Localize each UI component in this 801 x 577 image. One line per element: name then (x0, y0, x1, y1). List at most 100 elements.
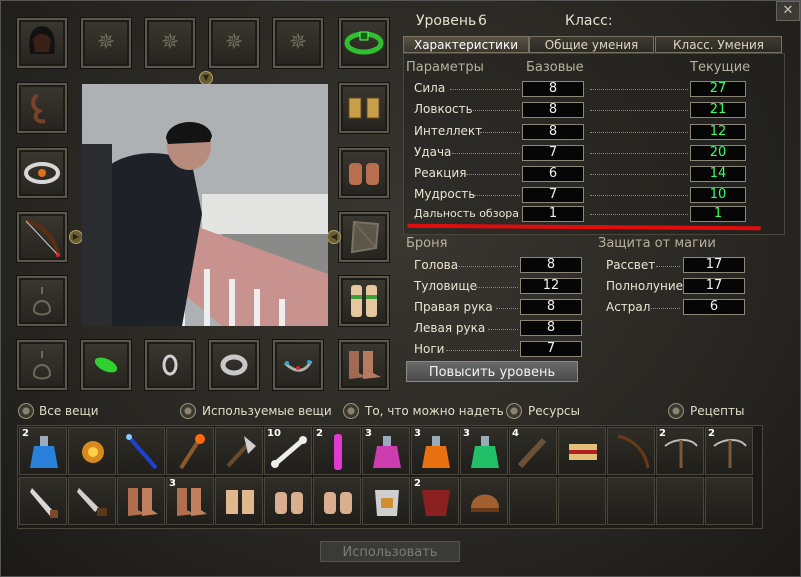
level-up-button[interactable]: Повысить уровень (406, 361, 578, 382)
item-count: 2 (414, 478, 421, 489)
param-current-value: 12 (690, 124, 746, 140)
inventory-slot-empty[interactable] (558, 477, 606, 525)
equip-slot-ring-2[interactable] (145, 340, 195, 390)
inventory-slot[interactable]: 2 (705, 427, 753, 475)
params-header: Параметры (406, 60, 484, 75)
inventory-slot[interactable] (607, 427, 655, 475)
inventory-slot[interactable]: 2 (411, 477, 459, 525)
tab-characteristics[interactable]: Характеристики (403, 36, 529, 53)
inventory-slot[interactable] (313, 477, 361, 525)
equip-slot-amulet[interactable] (339, 18, 389, 68)
magic-label: Астрал (606, 300, 651, 314)
empty-slot-icon: ✵ (288, 30, 308, 55)
equip-slot-empty-6[interactable] (17, 340, 67, 390)
scroll-right-arrow-icon[interactable]: ◀ (327, 230, 341, 244)
use-button[interactable]: Использовать (320, 541, 460, 562)
item-count: 3 (365, 428, 372, 439)
inventory-slot[interactable] (166, 427, 214, 475)
equip-slot-empty-2[interactable]: ✵ (145, 18, 195, 68)
level-value: 6 (478, 13, 487, 29)
inventory-slot-empty[interactable] (656, 477, 704, 525)
filter-radio-resources[interactable] (506, 403, 522, 419)
inventory-slot[interactable] (215, 427, 263, 475)
inventory-slot[interactable]: 4 (509, 427, 557, 475)
dotted-leader (456, 266, 518, 268)
armor-label: Ноги (414, 342, 445, 356)
equip-slot-empty-4[interactable]: ✵ (273, 18, 323, 68)
filter-label: Ресурсы (528, 404, 581, 418)
inventory-slot[interactable] (558, 427, 606, 475)
inventory-slot[interactable]: 2 (19, 427, 67, 475)
tab-class-skills[interactable]: Класс. Умения (655, 36, 782, 53)
tab-general-skills[interactable]: Общие умения (529, 36, 654, 53)
inventory-slot[interactable] (117, 427, 165, 475)
param-current-value: 21 (690, 102, 746, 118)
equip-slot-head[interactable] (17, 18, 67, 68)
equip-slot-gloves[interactable] (339, 148, 389, 198)
inventory-slot[interactable] (68, 427, 116, 475)
inventory-slot[interactable] (264, 477, 312, 525)
equip-slot-empty-1[interactable]: ✵ (81, 18, 131, 68)
inventory-slot[interactable] (460, 477, 508, 525)
equip-slot-empty-3[interactable]: ✵ (209, 18, 259, 68)
filter-radio-used[interactable] (180, 403, 196, 419)
param-base-value: 8 (522, 102, 584, 118)
equip-slot-ring-3[interactable] (209, 340, 259, 390)
inventory-slot[interactable]: 10 (264, 427, 312, 475)
inventory-slot[interactable] (68, 477, 116, 525)
close-button[interactable]: ✕ (776, 1, 800, 21)
magic-value: 17 (683, 278, 745, 294)
dotted-leader (590, 195, 688, 197)
equip-slot-ring[interactable] (17, 148, 67, 198)
dotted-leader (452, 153, 520, 155)
armor-value: 8 (520, 257, 582, 273)
equip-slot-boots[interactable] (339, 340, 389, 390)
inventory-slot[interactable]: 3 (460, 427, 508, 475)
equip-slot-ring-4[interactable] (273, 340, 323, 390)
dotted-leader (488, 329, 518, 331)
filter-radio-wearable[interactable] (343, 403, 359, 419)
filter-radio-recipes[interactable] (668, 403, 684, 419)
dotted-leader (446, 350, 518, 352)
param-current-value: 14 (690, 166, 746, 182)
equip-slot-legs[interactable] (339, 276, 389, 326)
equip-slot-ear[interactable] (17, 83, 67, 133)
dotted-leader (590, 89, 688, 91)
param-base-value: 8 (522, 81, 584, 97)
equip-slot-empty-5[interactable] (17, 276, 67, 326)
magic-label: Рассвет (606, 258, 656, 272)
character-portrait (82, 84, 328, 326)
empty-slot-icon: ✵ (160, 30, 180, 55)
param-label: Мудрость (414, 187, 476, 201)
scroll-left-arrow-icon[interactable]: ▶ (69, 230, 83, 244)
inventory-slot-empty[interactable] (705, 477, 753, 525)
inventory-slot-empty[interactable] (509, 477, 557, 525)
inventory-slot[interactable] (117, 477, 165, 525)
dotted-leader (590, 174, 688, 176)
dotted-leader (496, 308, 518, 310)
green-ring-icon (344, 31, 384, 55)
param-base-value: 7 (522, 187, 584, 203)
inventory-slot[interactable] (215, 477, 263, 525)
equip-slot-gem-1[interactable] (81, 340, 131, 390)
inventory-slot[interactable]: 2 (313, 427, 361, 475)
param-base-value: 6 (522, 166, 584, 182)
inventory-slot[interactable]: 3 (362, 427, 410, 475)
inventory-slot-empty[interactable] (607, 477, 655, 525)
inventory-slot[interactable]: 3 (411, 427, 459, 475)
small-ring-icon (162, 354, 178, 376)
inventory-slot[interactable]: 2 (656, 427, 704, 475)
param-label: Дальность обзора (414, 207, 520, 220)
inventory-slot[interactable]: 3 (166, 477, 214, 525)
equip-slot-shoulders[interactable] (339, 83, 389, 133)
filter-radio-all[interactable] (18, 403, 34, 419)
inventory-slot[interactable] (362, 477, 410, 525)
silver-ring-icon (24, 162, 60, 184)
equip-slot-shield[interactable] (339, 212, 389, 262)
scroll-up-arrow-icon[interactable]: ▼ (199, 71, 213, 85)
magic-value: 17 (683, 257, 745, 273)
equip-slot-weapon[interactable] (17, 212, 67, 262)
inventory-slot[interactable] (19, 477, 67, 525)
filter-label: Используемые вещи (202, 404, 332, 418)
green-gem-icon (94, 357, 118, 373)
